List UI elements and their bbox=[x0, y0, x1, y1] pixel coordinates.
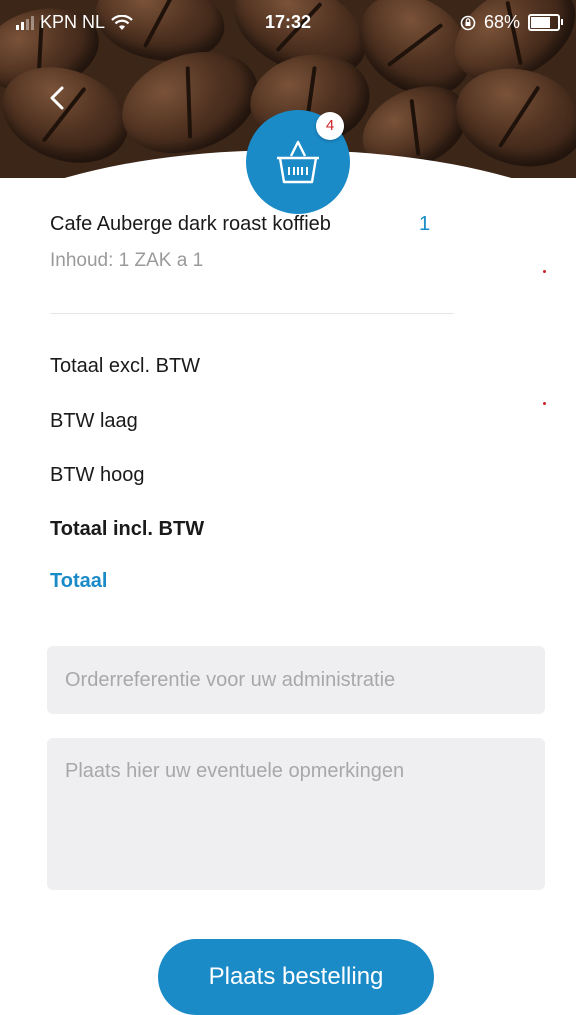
cart-count-badge: 4 bbox=[316, 112, 344, 140]
back-button[interactable] bbox=[40, 80, 76, 116]
product-quantity: 1 bbox=[419, 213, 431, 235]
vat-high-label: BTW hoog bbox=[50, 464, 145, 486]
price-fragment bbox=[543, 402, 546, 405]
total-label: Totaal bbox=[50, 570, 108, 592]
chevron-left-icon bbox=[50, 86, 64, 110]
order-reference-input[interactable] bbox=[47, 646, 545, 714]
remarks-textarea[interactable] bbox=[47, 738, 545, 890]
basket-icon bbox=[277, 140, 319, 184]
rotation-lock-icon bbox=[460, 15, 476, 30]
place-order-button[interactable]: Plaats bestelling bbox=[158, 939, 434, 1015]
vat-low-label: BTW laag bbox=[50, 410, 138, 432]
status-bar: KPN NL 17:32 68% bbox=[0, 0, 576, 40]
price-fragment bbox=[543, 270, 546, 273]
product-content: Inhoud: 1 ZAK a 1 bbox=[50, 250, 204, 271]
total-incl-label: Totaal incl. BTW bbox=[50, 518, 205, 540]
divider bbox=[50, 313, 454, 314]
product-name: Cafe Auberge dark roast koffieb bbox=[50, 213, 331, 235]
battery-percentage: 68% bbox=[483, 12, 520, 32]
battery-icon bbox=[528, 14, 563, 31]
total-excl-label: Totaal excl. BTW bbox=[50, 355, 201, 377]
